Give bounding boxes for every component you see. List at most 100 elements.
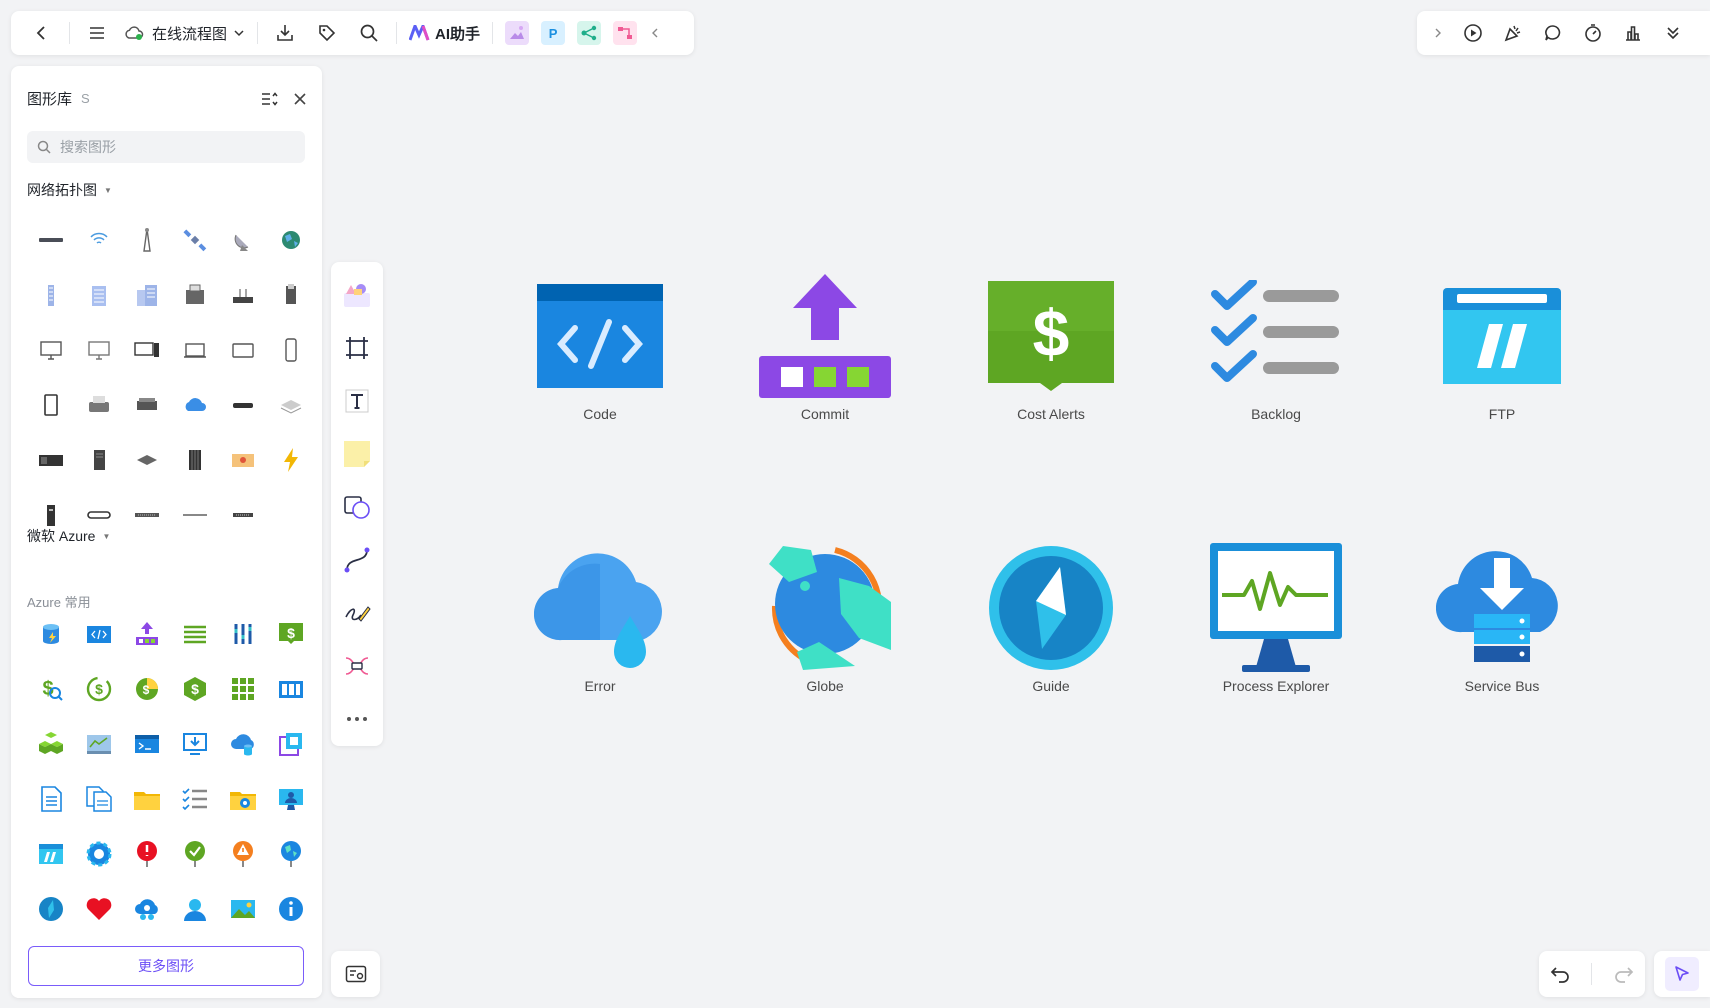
library-shape-satellite[interactable] — [171, 212, 219, 267]
more-shapes-button[interactable]: 更多图形 — [28, 946, 304, 986]
library-shape-cost-search[interactable]: $ — [27, 661, 75, 716]
menu-button[interactable] — [82, 18, 112, 48]
library-shape-cloud-network[interactable] — [123, 881, 171, 936]
library-shape-lightning[interactable] — [267, 432, 315, 487]
library-shape-printer-tall[interactable] — [267, 267, 315, 322]
canvas-shape-guide[interactable]: Guide — [966, 538, 1136, 694]
library-shape-console[interactable] — [123, 716, 171, 771]
history-button[interactable] — [1578, 18, 1608, 48]
library-shape-bars[interactable] — [219, 606, 267, 661]
back-button[interactable] — [27, 18, 57, 48]
library-shape-pin-warning[interactable] — [219, 826, 267, 881]
download-button[interactable] — [270, 18, 300, 48]
connector-tool[interactable] — [339, 540, 375, 581]
library-shape-cloud-db[interactable] — [219, 716, 267, 771]
library-shape-tower[interactable] — [123, 212, 171, 267]
comment-button[interactable] — [1538, 18, 1568, 48]
library-shape-laptop[interactable] — [171, 322, 219, 377]
library-shape-grid[interactable] — [219, 661, 267, 716]
section-network-toggle[interactable]: 网络拓扑图 ▼ — [27, 180, 112, 200]
library-shape-building3[interactable] — [123, 267, 171, 322]
library-shape-desktop[interactable] — [123, 322, 171, 377]
library-shape-folder[interactable] — [123, 771, 171, 826]
stats-button[interactable] — [1618, 18, 1648, 48]
library-shape-cost-chart[interactable]: $ — [123, 661, 171, 716]
library-shape-tablet[interactable] — [27, 377, 75, 432]
library-shape-info[interactable] — [267, 881, 315, 936]
library-shape-cost[interactable]: $ — [267, 606, 315, 661]
close-icon[interactable] — [292, 91, 308, 107]
library-shape-heart[interactable] — [75, 881, 123, 936]
library-shape-disk[interactable] — [123, 432, 171, 487]
library-shape-switch2[interactable] — [219, 487, 267, 542]
canvas-shape-globe[interactable]: Globe — [740, 538, 910, 694]
library-shape-checklist[interactable] — [171, 771, 219, 826]
document-title-dropdown[interactable]: 在线流程图 — [124, 23, 245, 44]
celebrate-button[interactable] — [1498, 18, 1528, 48]
canvas-shape-code[interactable]: Code — [515, 266, 685, 422]
library-shape-monitor1[interactable] — [27, 322, 75, 377]
library-shape-rack2[interactable] — [171, 432, 219, 487]
undo-icon[interactable] — [1549, 964, 1571, 984]
library-shape-binary[interactable] — [267, 661, 315, 716]
sticky-note-tool[interactable] — [339, 433, 375, 474]
library-shape-server-tower[interactable] — [75, 432, 123, 487]
library-shape-gear[interactable] — [75, 826, 123, 881]
shape-tool[interactable] — [339, 486, 375, 527]
library-shape-tablet-wide[interactable] — [219, 322, 267, 377]
canvas-shape-ftp[interactable]: FTP — [1417, 266, 1587, 422]
search-shapes-field[interactable] — [27, 131, 305, 163]
library-shape-cloud[interactable] — [171, 377, 219, 432]
library-shape-router[interactable] — [219, 267, 267, 322]
search-shapes-input[interactable] — [60, 139, 280, 155]
canvas-shape-process-explorer[interactable]: Process Explorer — [1191, 538, 1361, 694]
library-shape-wifi[interactable] — [75, 212, 123, 267]
library-shape-building2[interactable] — [75, 267, 123, 322]
library-shape-cost-hex[interactable]: $ — [171, 661, 219, 716]
library-shape-printer[interactable] — [75, 377, 123, 432]
library-shape-switch[interactable] — [27, 212, 75, 267]
library-shape-document[interactable] — [27, 771, 75, 826]
library-shape-compass[interactable] — [27, 881, 75, 936]
library-shape-scale[interactable] — [267, 716, 315, 771]
library-shape-phone[interactable] — [267, 322, 315, 377]
mindmap-plugin-button[interactable] — [577, 21, 602, 45]
library-shape-firewall-layer[interactable] — [267, 377, 315, 432]
more-options-button[interactable] — [1658, 18, 1688, 48]
text-tool[interactable] — [339, 380, 375, 421]
library-shape-folder-web[interactable] — [219, 771, 267, 826]
manage-library-icon[interactable] — [260, 90, 278, 108]
search-button[interactable] — [354, 18, 384, 48]
library-shape-cable[interactable] — [171, 487, 219, 542]
library-shape-patch-panel[interactable] — [123, 487, 171, 542]
library-shape-list-green[interactable] — [171, 606, 219, 661]
library-shape-rack1[interactable] — [27, 432, 75, 487]
plugin-p-button[interactable]: P — [541, 21, 566, 45]
library-shape-download-monitor[interactable] — [171, 716, 219, 771]
library-shape-cost-refresh[interactable]: $ — [75, 661, 123, 716]
library-shape-commit[interactable] — [123, 606, 171, 661]
redo-icon[interactable] — [1613, 964, 1635, 984]
canvas-shape-service-bus[interactable]: Service Bus — [1417, 538, 1587, 694]
library-shape-documents[interactable] — [75, 771, 123, 826]
canvas-shape-error[interactable]: Error — [515, 538, 685, 694]
canvas-shape-cost-alerts[interactable]: $ Cost Alerts — [966, 266, 1136, 422]
library-shape-sql-db[interactable] — [27, 606, 75, 661]
select-tool-button[interactable] — [1654, 951, 1710, 997]
library-shape-code[interactable] — [75, 606, 123, 661]
library-shape-modem[interactable] — [219, 377, 267, 432]
expand-toolbar-button[interactable] — [1428, 18, 1448, 48]
mindmap-tool[interactable] — [339, 646, 375, 687]
ai-assistant-button[interactable]: AI助手 — [409, 23, 480, 44]
library-shape-pin-error[interactable] — [123, 826, 171, 881]
canvas-shape-backlog[interactable]: Backlog — [1191, 266, 1361, 422]
canvas-shape-commit[interactable]: Commit — [740, 266, 910, 422]
tag-button[interactable] — [312, 18, 342, 48]
library-shape-pin-globe[interactable] — [267, 826, 315, 881]
pen-tool[interactable] — [339, 593, 375, 634]
library-shape-dish[interactable] — [219, 212, 267, 267]
library-shape-monitor-user[interactable] — [267, 771, 315, 826]
library-shape-ftp[interactable] — [27, 826, 75, 881]
minimap-button[interactable] — [331, 951, 380, 997]
frame-tool[interactable] — [339, 327, 375, 368]
